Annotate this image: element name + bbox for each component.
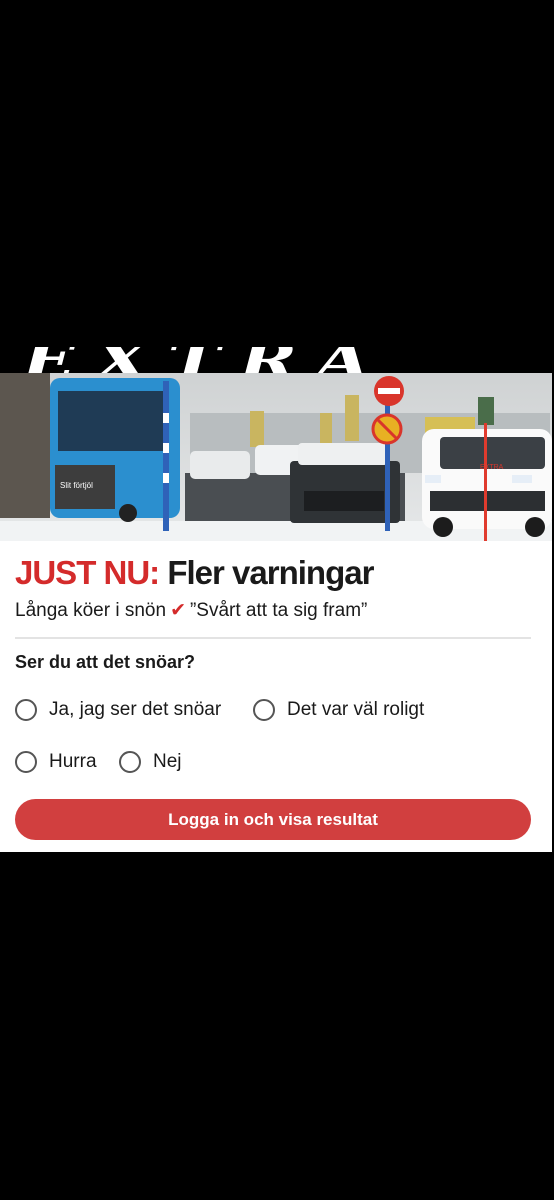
- poll-option-label: Ja, jag ser det snöar: [49, 699, 222, 720]
- subline-right: ”Svårt att ta sig fram”: [189, 600, 368, 621]
- radio-button-icon[interactable]: [119, 751, 141, 773]
- svg-text:EXTRA: EXTRA: [480, 464, 504, 471]
- extra-banner-text: EXTRA: [22, 347, 390, 373]
- article-subline[interactable]: Långa köer i snön ✔ ”Svårt att ta sig fram…: [15, 599, 367, 622]
- poll-question: Ser du att det snöar?: [15, 652, 196, 672]
- divider: [15, 637, 531, 639]
- poll-option-4[interactable]: Nej: [119, 751, 182, 773]
- radio-button-icon[interactable]: [15, 751, 37, 773]
- svg-text:Slit förtjöl: Slit förtjöl: [60, 481, 93, 490]
- poll-option-label: Det var väl roligt: [287, 699, 425, 720]
- poll-option-label: Hurra: [49, 751, 97, 772]
- article-headline[interactable]: JUST NU: Fler varningar: [15, 554, 374, 592]
- poll-option-1[interactable]: Ja, jag ser det snöar: [15, 699, 221, 721]
- poll-option-label: Nej: [153, 751, 182, 772]
- snow-traffic-photo: Slit förtjöl EXTRA: [0, 373, 552, 541]
- article-card[interactable]: EXTRA Slit förtjöl: [0, 347, 552, 852]
- headline-prefix: JUST NU:: [15, 554, 160, 591]
- headline-main: Fler varningar: [167, 554, 374, 591]
- radio-button-icon[interactable]: [253, 699, 275, 721]
- poll-option-3[interactable]: Hurra: [15, 751, 97, 773]
- poll-option-2[interactable]: Det var väl roligt: [253, 699, 424, 721]
- radio-button-icon[interactable]: [15, 699, 37, 721]
- extra-banner: EXTRA: [0, 347, 552, 373]
- login-show-results-button[interactable]: Logga in och visa resultat: [15, 799, 531, 840]
- article-photo[interactable]: Slit förtjöl EXTRA: [0, 373, 552, 541]
- checkmark-icon: ✔: [170, 600, 186, 621]
- subline-left: Långa köer i snön: [15, 600, 167, 621]
